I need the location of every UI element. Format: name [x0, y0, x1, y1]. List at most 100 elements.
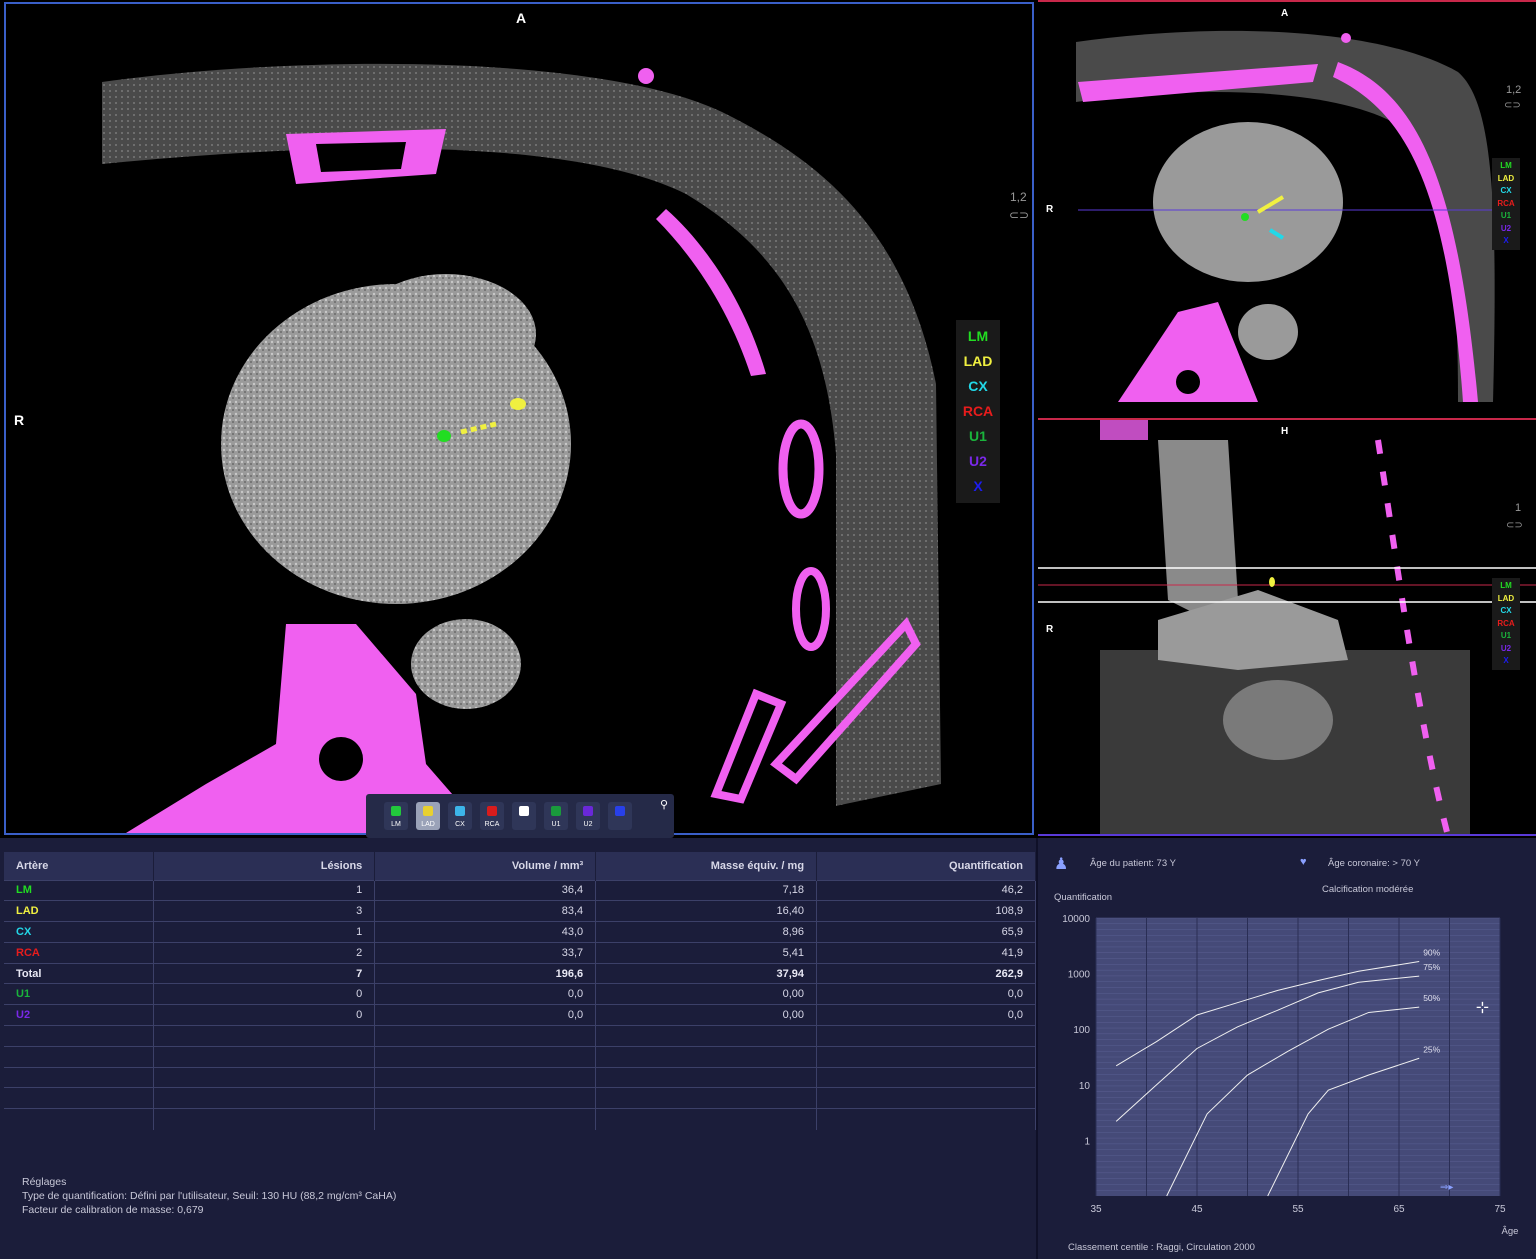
- cell-quant: 108,9: [816, 900, 1036, 922]
- y-tick-label: 100: [1073, 1025, 1090, 1036]
- sagittal-artery-legend: LM LAD CX RCA U1 U2 X: [1492, 578, 1520, 670]
- link-icon[interactable]: ⊂⊃: [1009, 208, 1029, 222]
- cell-volume: 83,4: [374, 900, 597, 922]
- x-tick-label: 45: [1191, 1204, 1203, 1215]
- x-axis-label: Âge: [1502, 1226, 1519, 1237]
- tool-label: CX: [455, 821, 465, 828]
- empty-cell: [595, 1066, 818, 1088]
- sagittal-viewport[interactable]: H R 1 ⊂⊃ LM LAD CX RCA U1 U2 X: [1038, 418, 1536, 836]
- y-tick-label: 1000: [1068, 970, 1091, 981]
- legend-item-cx: CX: [1500, 606, 1512, 615]
- empty-cell: [816, 1087, 1036, 1109]
- orientation-top: A: [516, 10, 527, 26]
- column-header[interactable]: Masse équiv. / mg: [595, 852, 818, 880]
- y-tick-label: 10: [1079, 1081, 1091, 1092]
- empty-cell: [816, 1045, 1036, 1068]
- empty-cell: [153, 1066, 376, 1088]
- cell-quant: 0,0: [816, 1004, 1036, 1026]
- pin-icon[interactable]: ⚲: [660, 798, 668, 811]
- table-row[interactable]: CX 1 43,0 8,96 65,9: [4, 921, 1036, 943]
- thumb-link-icon[interactable]: ⊂⊃: [1504, 100, 1521, 111]
- cell-mass: 16,40: [595, 900, 818, 922]
- tool-button-cx[interactable]: CX: [448, 802, 472, 830]
- axial-viewport[interactable]: A R 1,2 ⊂⊃ LM LAD CX RCA U1 U2 X: [4, 2, 1034, 835]
- cell-quant: 262,9: [816, 962, 1036, 984]
- paint-icon: [455, 806, 465, 816]
- empty-row: [4, 1066, 1036, 1088]
- cell-mass: 5,41: [595, 941, 818, 964]
- legend-item-u1: U1: [969, 428, 987, 444]
- settings-line-2: Facteur de calibration de masse: 0,679: [22, 1204, 204, 1216]
- legend-item-cx: CX: [968, 378, 988, 394]
- tool-button-u1[interactable]: U1: [544, 802, 568, 830]
- cell-artery: LM: [4, 879, 155, 901]
- empty-cell: [4, 1108, 155, 1130]
- empty-cell: [153, 1045, 376, 1068]
- cell-lesions: 1: [153, 921, 376, 943]
- empty-row: [4, 1108, 1036, 1130]
- cell-lesions: 7: [153, 962, 376, 984]
- table-row[interactable]: LAD 3 83,4 16,40 108,9: [4, 900, 1036, 922]
- paint-icon: [487, 806, 497, 816]
- table-row[interactable]: LM 1 36,4 7,18 46,2: [4, 879, 1036, 901]
- cell-artery: U1: [4, 983, 155, 1005]
- column-header[interactable]: Lésions: [153, 852, 376, 880]
- tool-label: U1: [551, 821, 561, 828]
- eraser-tool-button[interactable]: [512, 802, 536, 830]
- cell-quant: 41,9: [816, 941, 1036, 964]
- paint-icon: [423, 806, 433, 816]
- cell-mass: 0,00: [595, 983, 818, 1005]
- table-row[interactable]: RCA 2 33,7 5,41 41,9: [4, 941, 1036, 964]
- empty-cell: [374, 1025, 597, 1047]
- table-row[interactable]: Total 7 196,6 37,94 262,9: [4, 962, 1036, 984]
- legend-item-rca: RCA: [1497, 618, 1515, 628]
- column-header[interactable]: Quantification: [816, 852, 1036, 880]
- table-row[interactable]: U1 0 0,0 0,00 0,0: [4, 983, 1036, 1005]
- tool-button-lad[interactable]: LAD: [416, 802, 440, 830]
- cell-mass: 8,96: [595, 921, 818, 943]
- column-header[interactable]: Volume / mm³: [374, 852, 597, 880]
- paint-icon: [551, 806, 561, 816]
- legend-item-lad: LAD: [1497, 593, 1515, 603]
- settings-line-1: Type de quantification: Défini par l'uti…: [22, 1190, 397, 1202]
- paint-icon: [391, 806, 401, 816]
- tool-label: U2: [583, 821, 593, 828]
- table-row[interactable]: U2 0 0,0 0,00 0,0: [4, 1004, 1036, 1026]
- sagittal-zoom-level: 1: [1515, 502, 1522, 514]
- y-tick-label: 10000: [1062, 914, 1090, 925]
- empty-cell: [816, 1108, 1036, 1130]
- legend-item-rca: RCA: [962, 403, 994, 419]
- empty-row: [4, 1025, 1036, 1047]
- tool-label: LAD: [421, 821, 435, 828]
- cell-mass: 37,94: [595, 962, 818, 984]
- x-tick-label: 55: [1292, 1204, 1304, 1215]
- x-tool-button[interactable]: [608, 802, 632, 830]
- empty-row: [4, 1045, 1036, 1068]
- empty-cell: [595, 1108, 818, 1130]
- cell-artery: CX: [4, 921, 155, 943]
- column-header[interactable]: Artère: [4, 852, 155, 880]
- sagittal-link-icon[interactable]: ⊂⊃: [1506, 520, 1523, 531]
- thumb-zoom-level: 1,2: [1506, 84, 1522, 96]
- cell-artery: U2: [4, 1004, 155, 1026]
- legend-item-u2: U2: [1500, 643, 1512, 653]
- tool-button-u2[interactable]: U2: [576, 802, 600, 830]
- axial-thumbnail-viewport[interactable]: A R 1,2 ⊂⊃ LM LAD CX RCA U1 U2 X: [1038, 0, 1536, 416]
- cell-volume: 36,4: [374, 879, 597, 901]
- results-panel: Artère Lésions Volume / mm³ Masse équiv. / …: [0, 838, 1536, 1259]
- settings-title: Réglages: [22, 1176, 67, 1188]
- tool-label: RCA: [484, 821, 500, 828]
- empty-cell: [153, 1108, 376, 1130]
- tool-button-rca[interactable]: RCA: [480, 802, 504, 830]
- patient-marker-icon: ⊹: [1476, 997, 1489, 1016]
- legend-item-lad: LAD: [963, 353, 993, 369]
- thumb-artery-legend: LM LAD CX RCA U1 U2 X: [1492, 158, 1520, 250]
- cell-volume: 43,0: [374, 921, 597, 943]
- tool-label: LM: [391, 821, 401, 828]
- artery-tool-bar: LM LAD CX RCA U1 U2: [366, 794, 674, 838]
- tool-button-lm[interactable]: LM: [384, 802, 408, 830]
- expand-icon[interactable]: ⇒▸: [1440, 1182, 1453, 1193]
- legend-item-rca: RCA: [1497, 198, 1515, 208]
- legend-item-cx: CX: [1500, 186, 1512, 195]
- legend-item-x: X: [1503, 656, 1509, 665]
